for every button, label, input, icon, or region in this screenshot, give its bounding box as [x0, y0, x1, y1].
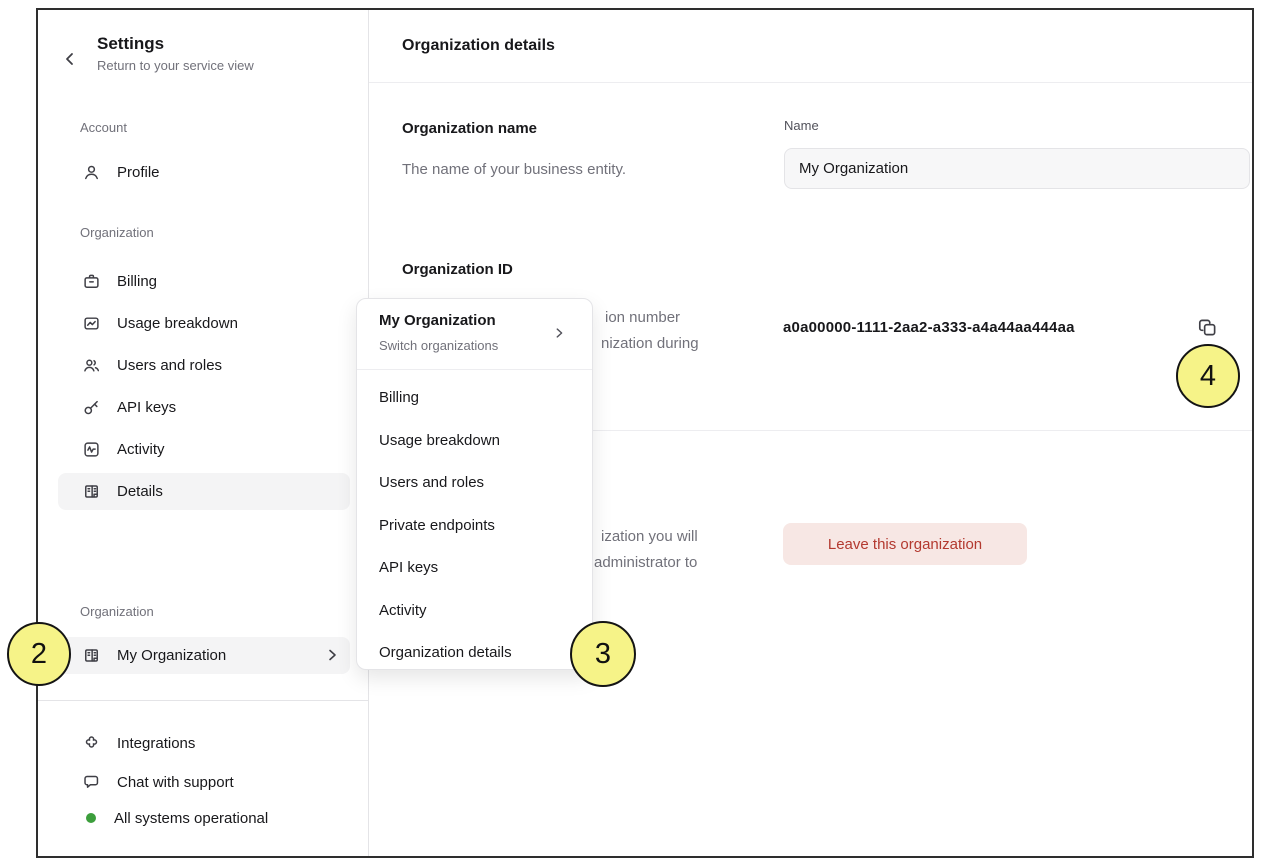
menu-item-users-and-roles[interactable]: Users and roles — [357, 462, 592, 505]
billing-icon — [83, 273, 100, 290]
copy-icon — [1198, 318, 1217, 337]
menu-item-private-endpoints[interactable]: Private endpoints — [357, 505, 592, 548]
org-id-value: a0a00000-1111-2aa2-a333-a4a44aa444aa — [783, 319, 1075, 336]
org-id-heading: Organization ID — [402, 261, 513, 278]
section-label-account: Account — [80, 120, 127, 135]
sidebar-item-chat-support[interactable]: Chat with support — [58, 764, 350, 800]
sidebar-item-details[interactable]: Details — [58, 473, 350, 510]
organization-switcher-popup: My Organization Switch organizations Bil… — [356, 298, 593, 670]
sidebar-item-label: Integrations — [117, 735, 195, 752]
sidebar-item-billing[interactable]: Billing — [58, 263, 350, 300]
menu-item-usage-breakdown[interactable]: Usage breakdown — [357, 420, 592, 463]
name-field-label: Name — [784, 118, 819, 133]
sidebar-item-label: My Organization — [117, 647, 226, 664]
popup-org-name: My Organization — [379, 312, 496, 329]
sidebar-footer-divider — [38, 700, 368, 701]
org-id-description-fragment-2: nization during — [601, 335, 699, 352]
usage-chart-icon — [83, 315, 100, 332]
popup-header-my-organization[interactable]: My Organization Switch organizations — [357, 299, 592, 369]
chevron-right-icon — [552, 325, 566, 341]
user-icon — [83, 164, 100, 181]
page-title: Organization details — [402, 37, 555, 55]
status-label: All systems operational — [114, 810, 268, 827]
menu-item-organization-details[interactable]: Organization details — [357, 632, 592, 675]
sidebar-item-label: Details — [117, 483, 163, 500]
sidebar-item-usage-breakdown[interactable]: Usage breakdown — [58, 305, 350, 342]
sidebar-title: Settings — [97, 34, 164, 54]
section-label-organization-switcher: Organization — [80, 604, 154, 619]
copy-org-id-button[interactable] — [1193, 313, 1221, 341]
org-name-heading: Organization name — [402, 120, 537, 137]
sidebar-item-system-status[interactable]: All systems operational — [58, 800, 350, 836]
screenshot-canvas: Settings Return to your service view Acc… — [0, 0, 1262, 866]
sidebar-item-integrations[interactable]: Integrations — [58, 725, 350, 761]
sidebar-item-activity[interactable]: Activity — [58, 431, 350, 468]
integrations-icon — [83, 735, 100, 752]
chevron-right-icon — [324, 647, 340, 663]
org-id-description-fragment-1: ion number — [605, 309, 680, 326]
sidebar-item-label: Billing — [117, 273, 157, 290]
title-divider — [369, 82, 1252, 83]
menu-item-billing[interactable]: Billing — [357, 377, 592, 420]
sidebar-item-users-and-roles[interactable]: Users and roles — [58, 347, 350, 384]
sidebar-item-my-organization[interactable]: My Organization — [58, 637, 350, 674]
org-name-input[interactable] — [784, 148, 1250, 189]
sidebar-subtitle: Return to your service view — [97, 58, 254, 73]
org-name-description: The name of your business entity. — [402, 161, 626, 178]
annotation-step-2: 2 — [7, 622, 71, 686]
building-icon — [83, 483, 100, 500]
sidebar-item-label: Chat with support — [117, 774, 234, 791]
popup-divider — [357, 369, 592, 370]
building-icon — [83, 647, 100, 664]
chevron-left-icon — [62, 50, 78, 68]
sidebar-item-label: Activity — [117, 441, 165, 458]
menu-item-activity[interactable]: Activity — [357, 590, 592, 633]
sidebar-item-label: Usage breakdown — [117, 315, 238, 332]
menu-item-api-keys[interactable]: API keys — [357, 547, 592, 590]
sidebar-item-profile[interactable]: Profile — [58, 154, 350, 191]
status-dot — [86, 813, 96, 823]
chat-icon — [83, 774, 100, 791]
annotation-step-4: 4 — [1176, 344, 1240, 408]
leave-description-fragment-2: administrator to — [594, 554, 697, 571]
popup-org-subtitle: Switch organizations — [379, 338, 498, 353]
section-label-organization: Organization — [80, 225, 154, 240]
annotation-step-3: 3 — [570, 621, 636, 687]
sidebar-item-api-keys[interactable]: API keys — [58, 389, 350, 426]
leave-organization-button[interactable]: Leave this organization — [783, 523, 1027, 565]
back-button[interactable] — [62, 50, 78, 68]
activity-icon — [83, 441, 100, 458]
key-icon — [83, 399, 100, 416]
sidebar-item-label: Users and roles — [117, 357, 222, 374]
leave-description-fragment-1: ization you will — [601, 528, 698, 545]
sidebar-item-label: API keys — [117, 399, 176, 416]
popup-menu: Billing Usage breakdown Users and roles … — [357, 377, 592, 675]
users-icon — [83, 357, 100, 374]
sidebar-item-label: Profile — [117, 164, 160, 181]
